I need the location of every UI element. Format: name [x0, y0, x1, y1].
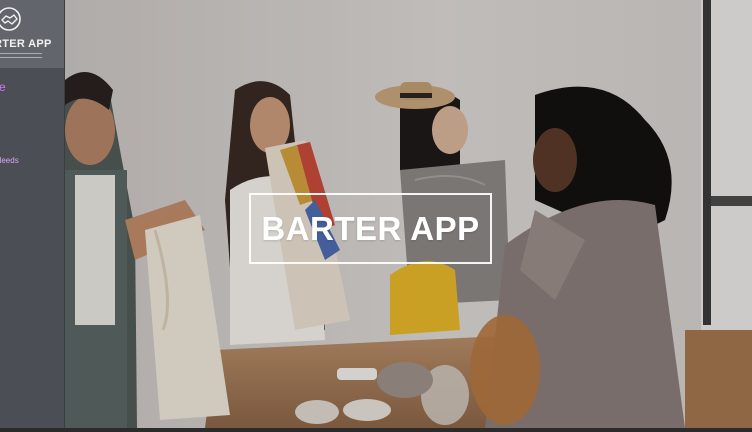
brand-tagline [0, 53, 42, 58]
sidebar-item-home[interactable]: e [0, 80, 6, 94]
hero-title-frame: BARTER APP [249, 193, 492, 264]
brand-name: RTER APP [0, 38, 52, 50]
brand-header[interactable]: RTER APP [0, 0, 64, 68]
sidebar-item-offers-and-needs[interactable]: and Needs [0, 156, 19, 165]
hero-banner: BARTER APP [65, 0, 752, 428]
hero-title: BARTER APP [261, 209, 480, 247]
bottom-edge [0, 428, 752, 432]
handshake-icon [0, 7, 21, 31]
sidebar: RTER APP e and Needs [0, 0, 65, 428]
